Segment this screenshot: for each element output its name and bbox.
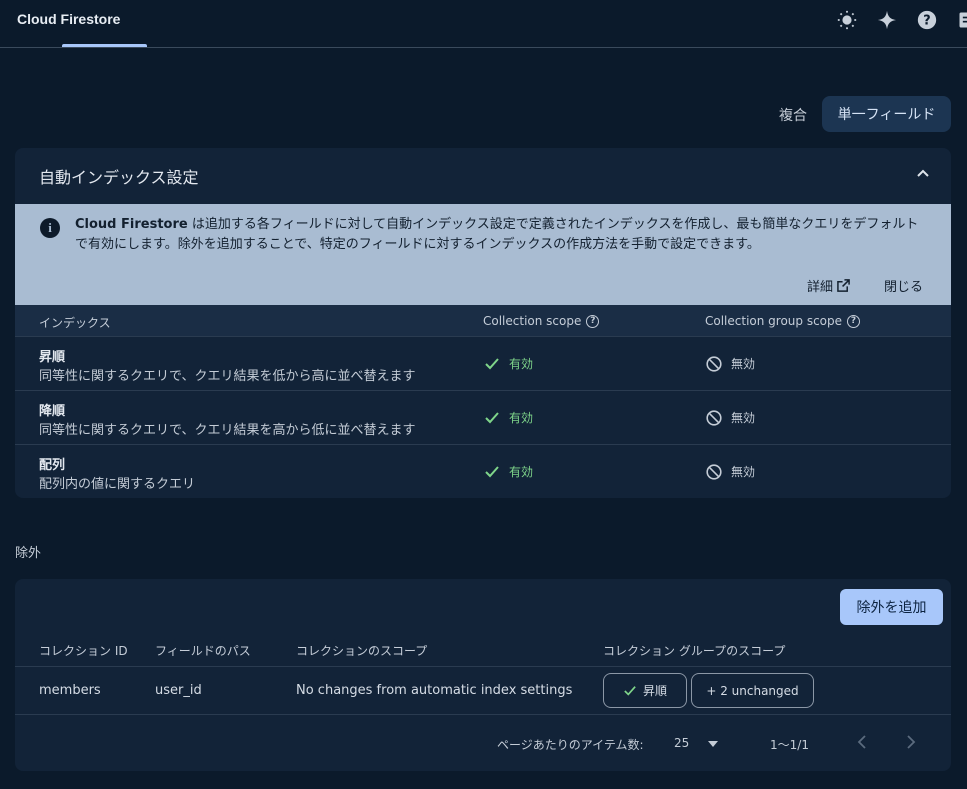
external-link-icon <box>837 279 850 292</box>
index-desc: 配列内の値に関するクエリ <box>39 477 196 492</box>
index-desc: 同等性に関するクエリで、クエリ結果を低から高に並べ替えます <box>39 369 416 384</box>
block-icon <box>706 409 722 426</box>
per-page-select[interactable]: 25 <box>674 736 718 750</box>
per-page-value: 25 <box>674 736 690 750</box>
svg-text:?: ? <box>923 14 930 29</box>
index-row-ascending: 昇順 同等性に関するクエリで、クエリ結果を低から高に並べ替えます 有効 無効 <box>15 337 951 391</box>
info-icon: i <box>40 218 60 238</box>
check-icon <box>624 685 636 696</box>
col-group-scope: コレクション グループのスコープ <box>603 644 786 658</box>
ascending-chip[interactable]: 昇順 <box>603 673 687 708</box>
index-desc: 同等性に関するクエリで、クエリ結果を高から低に並べ替えます <box>39 423 416 438</box>
block-icon <box>706 463 722 480</box>
collection-scope-status: 有効 <box>484 463 533 480</box>
chip-label: + 2 unchanged <box>706 683 799 698</box>
check-icon <box>485 465 499 477</box>
exemptions-table-header: コレクション ID フィールドのパス コレクションのスコープ コレクション グル… <box>15 637 951 667</box>
index-name: 昇順 <box>39 350 66 365</box>
col-field-path: フィールドのパス <box>155 644 251 658</box>
info-banner: i Cloud Firestore は追加する各フィールドに対して自動インデック… <box>15 204 951 305</box>
index-table-header: インデックス Collection scope? Collection grou… <box>15 305 951 337</box>
composite-toggle[interactable]: 複合 <box>768 98 818 132</box>
check-icon <box>485 411 499 423</box>
index-row-descending: 降順 同等性に関するクエリで、クエリ結果を高から低に並べ替えます 有効 無効 <box>15 391 951 445</box>
pager-range: 1〜1/1 <box>770 738 809 752</box>
collection-scope-status: 有効 <box>484 355 533 372</box>
table-row[interactable]: members user_id No changes from automati… <box>15 667 951 715</box>
col-collection-scope: Collection scope? <box>483 314 600 328</box>
check-icon <box>485 357 499 369</box>
chevron-up-icon[interactable] <box>915 166 931 182</box>
collection-scope-cell: No changes from automatic index settings <box>296 683 573 698</box>
auto-index-title: 自動インデックス設定 <box>39 168 199 187</box>
panel-icon[interactable] <box>955 8 967 32</box>
active-tab-indicator <box>62 44 147 47</box>
close-banner-button[interactable]: 閉じる <box>884 276 923 295</box>
col-group-scope: Collection group scope? <box>705 314 861 328</box>
prev-page-icon[interactable] <box>857 735 869 752</box>
help-circle-icon[interactable]: ? <box>586 314 600 328</box>
detail-label: 詳細 <box>807 280 834 295</box>
group-scope-status: 無効 <box>706 409 755 426</box>
pager-label: ページあたりのアイテム数: <box>497 738 644 752</box>
top-bar: Cloud Firestore ? <box>0 0 967 48</box>
unchanged-chip[interactable]: + 2 unchanged <box>691 673 814 708</box>
single-field-toggle[interactable]: 単一フィールド <box>822 96 951 132</box>
auto-index-card: 自動インデックス設定 i Cloud Firestore は追加する各フィールド… <box>15 148 951 498</box>
col-collection-id: コレクション ID <box>39 644 128 658</box>
index-name: 降順 <box>39 404 66 419</box>
collection-id-cell: members <box>39 683 101 698</box>
banner-text: Cloud Firestore は追加する各フィールドに対して自動インデックス設… <box>75 217 919 252</box>
col-collection-scope: コレクションのスコープ <box>296 644 428 658</box>
col-index: インデックス <box>39 316 111 330</box>
app-title: Cloud Firestore <box>17 11 121 27</box>
collection-scope-status: 有効 <box>484 409 533 426</box>
help-icon[interactable]: ? <box>915 8 939 32</box>
group-scope-status: 無効 <box>706 355 755 372</box>
dropdown-arrow-icon <box>708 741 718 747</box>
add-exemption-button[interactable]: 除外を追加 <box>840 589 943 625</box>
index-name: 配列 <box>39 458 66 473</box>
index-row-array: 配列 配列内の値に関するクエリ 有効 無効 <box>15 445 951 498</box>
next-page-icon[interactable] <box>905 735 917 752</box>
sparkle-icon[interactable] <box>875 8 899 32</box>
field-path-cell: user_id <box>155 683 202 698</box>
group-scope-status: 無効 <box>706 463 755 480</box>
block-icon <box>706 355 722 372</box>
exemptions-card: 除外を追加 コレクション ID フィールドのパス コレクションのスコープ コレク… <box>15 579 951 771</box>
brightness-icon[interactable] <box>835 8 859 32</box>
exemptions-label: 除外 <box>15 546 42 561</box>
help-circle-icon[interactable]: ? <box>847 314 861 328</box>
detail-link[interactable]: 詳細 <box>807 276 850 295</box>
chip-label: 昇順 <box>642 684 667 698</box>
